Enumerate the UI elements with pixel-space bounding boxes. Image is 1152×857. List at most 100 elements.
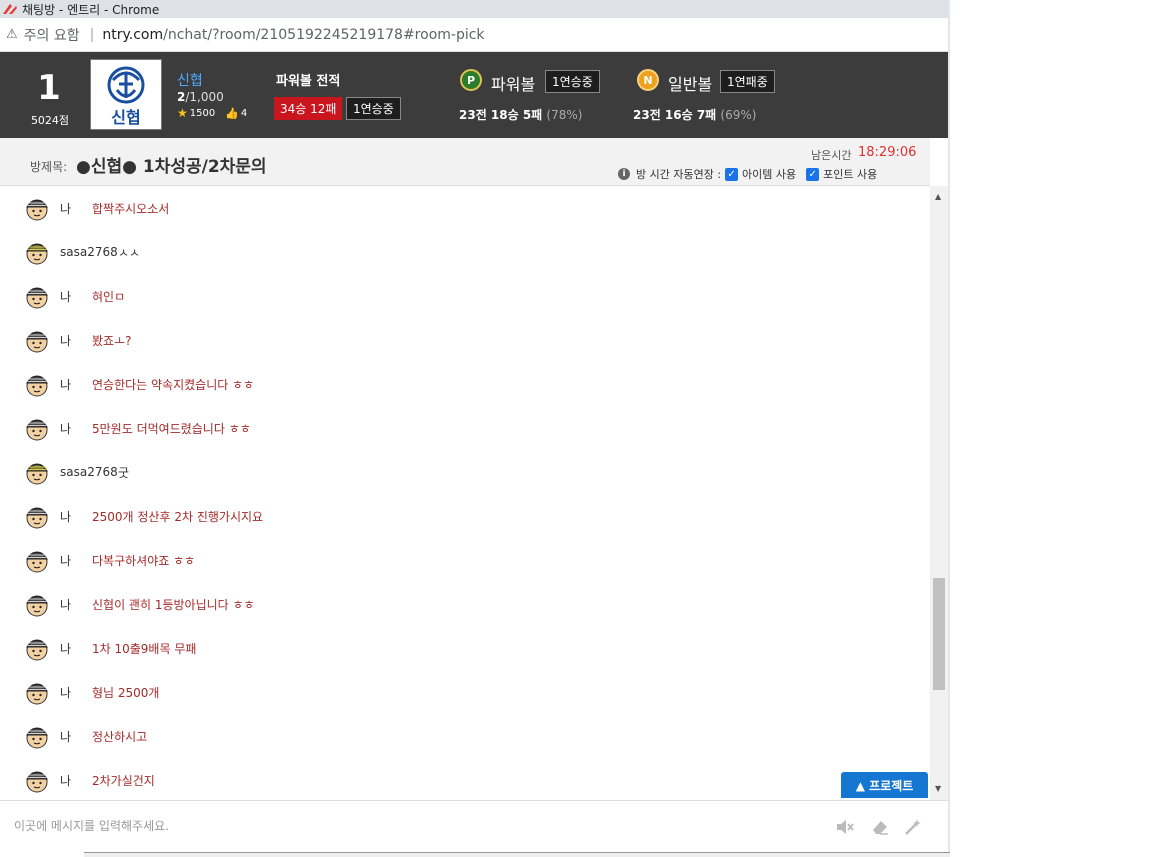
message-nickname[interactable]: 나 <box>60 596 92 613</box>
room-title: ●신협● 1차성공/2차문의 <box>76 157 267 177</box>
message-nickname[interactable]: sasa2768 <box>60 245 118 259</box>
chat-message-row: 나 연승한다는 약속지켰습니다 ㅎㅎ <box>24 369 254 399</box>
mute-icon[interactable] <box>835 817 855 837</box>
star-count: 1500 <box>189 107 216 119</box>
chat-scrollbar[interactable]: ▲ ▼ <box>930 186 948 800</box>
user-avatar-icon[interactable] <box>24 415 50 441</box>
point-use-checkbox[interactable]: ✓ <box>806 167 820 181</box>
message-text: 다복구하셔야죠 ㅎㅎ <box>92 553 196 568</box>
entry-logo-icon <box>3 4 17 14</box>
message-nickname[interactable]: 나 <box>60 728 92 745</box>
message-nickname[interactable]: 나 <box>60 508 92 525</box>
message-text: 신협이 괜히 1등방아닙니다 ㅎㅎ <box>92 597 255 612</box>
message-nickname[interactable]: 나 <box>60 332 92 349</box>
message-text: 합짝주시오소서 <box>92 201 170 216</box>
chat-message-row: 나 봤죠ㅗ? <box>24 325 132 355</box>
room-title-bar: 방제목: ●신협● 1차성공/2차문의 남은시간 18:29:06 i 방 시간… <box>0 138 930 186</box>
record-badge: 34승 12패 <box>274 97 343 120</box>
window-titlebar: 채팅방 - 엔트리 - Chrome <box>0 0 950 18</box>
chat-message-row: 나 5만원도 더먹여드렸습니다 ㅎㅎ <box>24 413 251 443</box>
message-input[interactable] <box>14 813 794 839</box>
message-nickname[interactable]: 나 <box>60 288 92 305</box>
taskbar-strip <box>84 852 950 857</box>
window-title: 채팅방 - 엔트리 - Chrome <box>22 2 160 17</box>
message-text: 연승한다는 약속지켰습니다 ㅎㅎ <box>92 377 255 392</box>
item-use-label[interactable]: 아이템 사용 <box>742 166 796 182</box>
url-host[interactable]: ntry.com <box>102 27 163 43</box>
window-edge <box>948 0 950 857</box>
chat-message-row: 나 합짝주시오소서 <box>24 193 169 223</box>
svg-text:신협: 신협 <box>111 108 140 127</box>
message-nickname[interactable]: 나 <box>60 200 92 217</box>
message-nickname[interactable]: 나 <box>60 552 92 569</box>
message-text: 정산하시고 <box>92 729 148 744</box>
room-name[interactable]: 신협 <box>177 70 203 90</box>
user-avatar-icon[interactable] <box>24 591 50 617</box>
address-bar[interactable]: ⚠ 주의 요함 | ntry.com /nchat/?room/21051922… <box>0 18 950 52</box>
message-nickname[interactable]: 나 <box>60 772 92 789</box>
chat-message-row: 나 다복구하셔야죠 ㅎㅎ <box>24 545 195 575</box>
powerball-record: 23전 18승 5패 (78%) <box>459 106 582 123</box>
normalball-name: 일반볼 <box>668 75 713 94</box>
message-text: 5만원도 더먹여드렸습니다 ㅎㅎ <box>92 421 251 436</box>
room-logo: 신협 <box>90 59 162 130</box>
message-text: 굿 <box>118 465 130 480</box>
user-avatar-icon[interactable] <box>24 195 50 221</box>
user-avatar-icon[interactable] <box>24 283 50 309</box>
info-icon[interactable]: i <box>618 168 630 180</box>
powerball-icon: P <box>460 69 482 91</box>
user-avatar-icon[interactable] <box>24 459 50 485</box>
point-use-label[interactable]: 포인트 사용 <box>823 166 877 182</box>
room-header: 1 5024점 신협 신협 2/1,000 ★ 1500 👍 4 파워볼 전적 … <box>0 52 950 138</box>
user-avatar-icon[interactable] <box>24 547 50 573</box>
chat-message-row: 나 신협이 괜히 1등방아닙니다 ㅎㅎ <box>24 589 255 619</box>
magic-wand-icon[interactable] <box>903 817 923 837</box>
normalball-icon: N <box>637 69 659 91</box>
chat-message-list[interactable]: 나 합짝주시오소서 sasa2768 ㅅㅅ 나 혀인ㅁ 나 봤죠ㅗ? 나 연승한다는 약속지켰습니… <box>0 186 930 800</box>
security-warning[interactable]: 주의 요함 <box>24 25 80 45</box>
message-text: 형님 2500개 <box>92 685 160 700</box>
powerball-pct: (78%) <box>546 108 583 122</box>
user-avatar-icon[interactable] <box>24 723 50 749</box>
message-nickname[interactable]: 나 <box>60 684 92 701</box>
powerball-streak: 1연승중 <box>545 70 600 93</box>
scroll-down-arrow-icon[interactable]: ▼ <box>935 784 941 793</box>
powerball-record-title: 파워볼 전적 <box>276 74 341 89</box>
user-avatar-icon[interactable] <box>24 679 50 705</box>
protect-button[interactable]: ▲ 프로젝트 <box>841 772 928 798</box>
thumbs-up-icon: 👍 <box>225 106 239 120</box>
user-avatar-icon[interactable] <box>24 767 50 793</box>
address-separator: | <box>89 26 95 43</box>
warning-icon[interactable]: ⚠ <box>6 27 18 42</box>
message-text: 2500개 정산후 2차 진행가시지요 <box>92 509 264 524</box>
chat-message-row: sasa2768 굿 <box>24 457 129 487</box>
url-path[interactable]: /nchat/?room/2105192245219178#room-pick <box>163 27 484 43</box>
message-nickname[interactable]: 나 <box>60 640 92 657</box>
user-avatar-icon[interactable] <box>24 327 50 353</box>
rank-number: 1 <box>37 68 61 108</box>
chat-message-row: 나 2차가실건지 <box>24 765 155 795</box>
timer-label: 남은시간 <box>811 149 852 162</box>
normalball-streak: 1연패중 <box>720 70 775 93</box>
user-avatar-icon[interactable] <box>24 503 50 529</box>
message-nickname[interactable]: 나 <box>60 376 92 393</box>
user-avatar-icon[interactable] <box>24 371 50 397</box>
message-nickname[interactable]: sasa2768 <box>60 465 118 479</box>
message-text: 봤죠ㅗ? <box>92 333 132 348</box>
message-nickname[interactable]: 나 <box>60 420 92 437</box>
message-text: ㅅㅅ <box>118 245 141 260</box>
chat-message-row: 나 형님 2500개 <box>24 677 159 707</box>
room-title-label: 방제목: <box>30 160 68 174</box>
eraser-icon[interactable] <box>870 817 890 837</box>
app-root: 채팅방 - 엔트리 - Chrome ⚠ 주의 요함 | ntry.com /n… <box>0 0 1152 857</box>
like-count: 4 <box>240 107 248 119</box>
normalball-pct: (69%) <box>720 108 757 122</box>
scroll-up-arrow-icon[interactable]: ▲ <box>935 192 941 201</box>
user-avatar-icon[interactable] <box>24 239 50 265</box>
member-total: /1,000 <box>185 90 224 104</box>
item-use-checkbox[interactable]: ✓ <box>725 167 739 181</box>
normalball-record: 23전 16승 7패 (69%) <box>633 106 756 123</box>
scrollbar-thumb[interactable] <box>933 578 945 690</box>
user-avatar-icon[interactable] <box>24 635 50 661</box>
chat-message-row: sasa2768 ㅅㅅ <box>24 237 140 267</box>
